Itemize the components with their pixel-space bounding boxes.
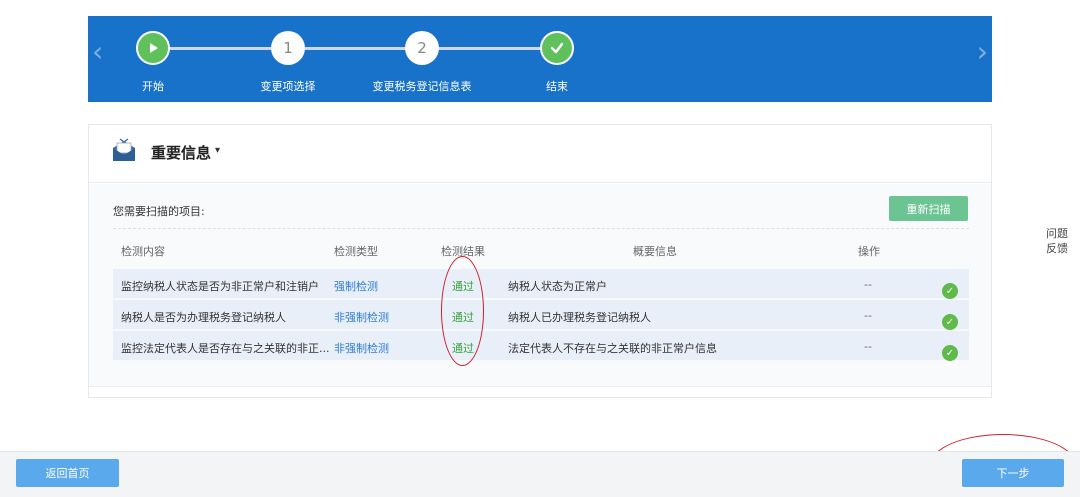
header-summary: 概要信息 [633,245,677,258]
step-label-start: 开始 [142,80,164,93]
row-content: 监控纳税人状态是否为非正常户和注销户 [121,280,319,293]
row-summary: 法定代表人不存在与之关联的非正常户信息 [508,342,717,355]
divider [113,228,969,229]
row-summary: 纳税人状态为正常户 [508,280,607,293]
row-content: 监控法定代表人是否存在与之关联的非正... [121,342,330,355]
rescan-button[interactable]: 重新扫描 [889,196,968,221]
step-2-dot: 2 [405,31,439,65]
row-result: 通过 [452,342,474,355]
step-end-check-icon [540,31,574,65]
check-circle-icon: ✓ [942,283,958,299]
row-content: 纳税人是否为办理税务登记纳税人 [121,311,286,324]
step-progress-bar: ‹ › 1 2 开始 变更项选择 变更税务登记信息表 结束 [88,16,992,102]
step-1-dot: 1 [271,31,305,65]
row-result: 通过 [452,311,474,324]
step-label-select: 变更项选择 [260,80,316,93]
important-info-card: 重要信息 ▾ 您需要扫描的项目: 重新扫描 检测内容 检测类型 检测结果 概要信… [88,124,992,398]
card-header: 重要信息 ▾ [89,125,991,183]
step-track [154,47,559,50]
chevron-right-icon[interactable]: › [977,38,988,66]
header-type: 检测类型 [334,245,378,258]
table-row: 监控纳税人状态是否为非正常户和注销户 强制检测 通过 纳税人状态为正常户 -- … [113,269,969,299]
table-header: 检测内容 检测类型 检测结果 概要信息 操作 [113,236,969,264]
chevron-left-icon[interactable]: ‹ [92,38,103,66]
header-operation: 操作 [858,245,880,258]
row-type-link[interactable]: 非强制检测 [334,340,389,356]
scan-panel: 您需要扫描的项目: 重新扫描 检测内容 检测类型 检测结果 概要信息 操作 监控… [89,184,991,387]
back-home-button[interactable]: 返回首页 [16,459,119,487]
row-result: 通过 [452,280,474,293]
mail-icon [113,138,135,161]
scan-items-label: 您需要扫描的项目: [113,205,205,218]
feedback-tab[interactable]: 问题反馈 [1041,226,1073,256]
row-type-link[interactable]: 强制检测 [334,278,378,294]
page: ‹ › 1 2 开始 变更项选择 变更税务登记信息表 结束 重要信息 ▾ 您需要… [0,0,1080,497]
bottom-action-bar: 返回首页 下一步 [0,451,1080,497]
step-start-play-icon [136,31,170,65]
check-circle-icon: ✓ [942,345,958,361]
check-circle-icon: ✓ [942,314,958,330]
caret-down-icon[interactable]: ▾ [215,145,220,156]
next-step-button[interactable]: 下一步 [962,459,1064,487]
header-content: 检测内容 [121,245,165,258]
step-label-form: 变更税务登记信息表 [372,80,472,93]
table-row: 纳税人是否为办理税务登记纳税人 非强制检测 通过 纳税人已办理税务登记纳税人 -… [113,300,969,330]
row-operation: -- [864,309,872,322]
card-title: 重要信息 [151,144,212,162]
row-type-link[interactable]: 非强制检测 [334,309,389,325]
row-operation: -- [864,340,872,353]
step-label-end: 结束 [546,80,568,93]
row-summary: 纳税人已办理税务登记纳税人 [508,311,651,324]
table-row: 监控法定代表人是否存在与之关联的非正... 非强制检测 通过 法定代表人不存在与… [113,331,969,361]
row-operation: -- [864,278,872,291]
header-result: 检测结果 [441,245,485,258]
